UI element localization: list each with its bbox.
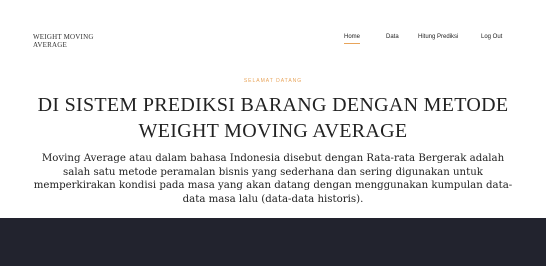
nav-menu: Home Data Hitung Prediksi Log Out <box>0 33 546 45</box>
nav-item-log-out[interactable]: Log Out <box>481 33 502 41</box>
nav-item-home[interactable]: Home <box>344 33 361 44</box>
nav-item-data[interactable]: Data <box>386 33 399 41</box>
nav-item-hitung-prediksi[interactable]: Hitung Prediksi <box>418 33 458 41</box>
navbar: WEIGHT MOVING AVERAGE Home Data Hitung P… <box>0 0 546 66</box>
hero-section: SELAMAT DATANG DI SISTEM PREDIKSI BARANG… <box>0 66 546 216</box>
hero-description: Moving Average atau dalam bahasa Indones… <box>33 153 513 205</box>
greeting-label: SELAMAT DATANG <box>243 78 303 84</box>
dark-footer-band <box>0 218 546 266</box>
page-title: DI SISTEM PREDIKSI BARANG DENGAN METODE … <box>37 94 509 142</box>
